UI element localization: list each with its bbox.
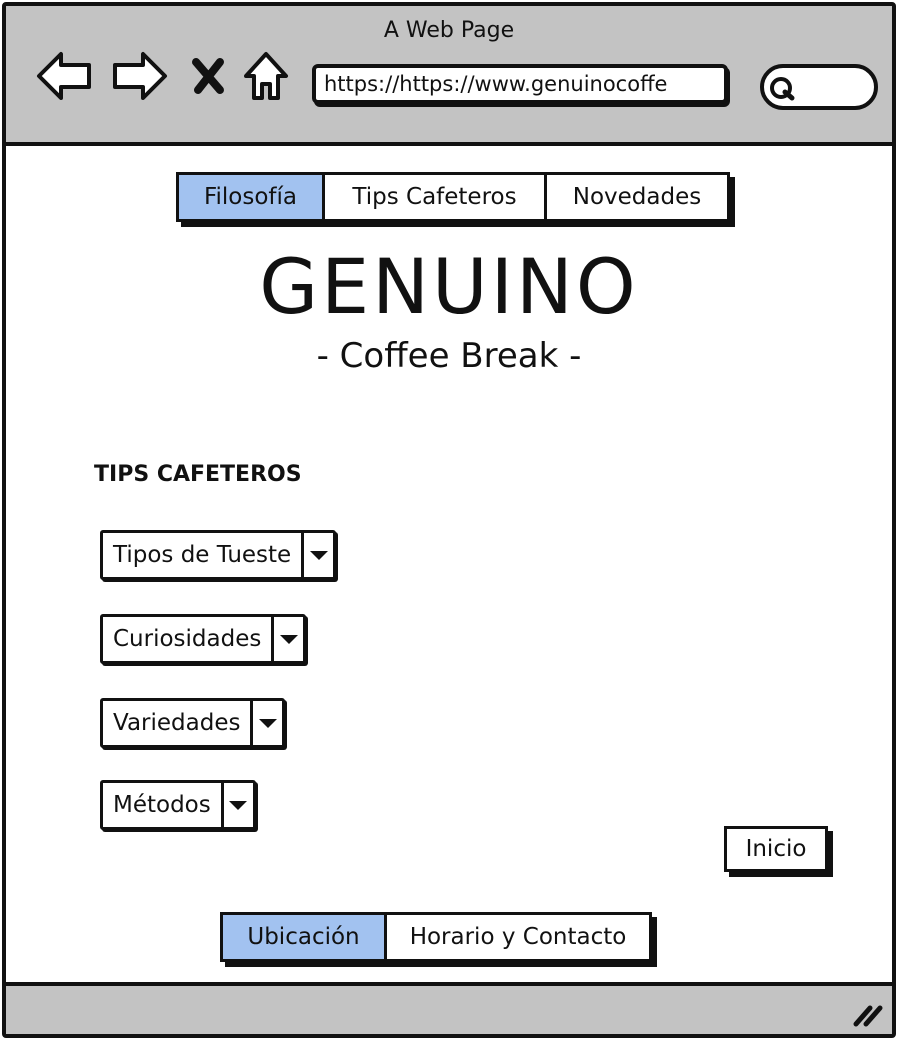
tab-tips-cafeteros[interactable]: Tips Cafeteros [325, 175, 547, 219]
brand-tagline: - Coffee Break - [316, 336, 582, 376]
search-icon [770, 77, 795, 101]
dropdown-label: Variedades [113, 710, 241, 736]
tab-horario-y-contacto[interactable]: Horario y Contacto [387, 915, 649, 959]
home-icon[interactable] [236, 46, 296, 106]
brand-title: GENUINO [259, 242, 639, 331]
tab-ubicacion[interactable]: Ubicación [223, 915, 387, 959]
status-bar [6, 982, 892, 1034]
dropdown-label: Tipos de Tueste [113, 542, 292, 568]
browser-chrome: A Web Page https://https://www.genuinoco… [6, 6, 892, 146]
chevron-down-icon[interactable] [250, 701, 282, 745]
dropdown-label: Métodos [113, 792, 211, 818]
browser-window: A Web Page https://https://www.genuinoco… [2, 2, 896, 1038]
chevron-down-icon[interactable] [220, 783, 253, 827]
dropdown-metodos[interactable]: Métodos [100, 780, 256, 830]
tab-novedades[interactable]: Novedades [547, 175, 727, 219]
chevron-down-icon[interactable] [301, 533, 333, 577]
address-bar[interactable]: https://https://www.genuinocoffe [312, 64, 728, 104]
chevron-down-icon[interactable] [271, 617, 303, 661]
window-title: A Web Page [383, 18, 515, 43]
forward-arrow-icon[interactable] [110, 46, 170, 106]
back-arrow-icon[interactable] [34, 46, 94, 106]
top-tab-bar: Filosofía Tips Cafeteros Novedades [176, 172, 730, 222]
inicio-button[interactable]: Inicio [724, 826, 828, 872]
tab-filosofia[interactable]: Filosofía [179, 175, 325, 219]
close-icon[interactable] [178, 46, 238, 106]
browser-search-input[interactable] [760, 64, 878, 110]
bottom-tab-bar: Ubicación Horario y Contacto [220, 912, 652, 962]
tips-heading: TIPS CAFETEROS [94, 462, 302, 487]
dropdown-tipos-de-tueste[interactable]: Tipos de Tueste [100, 530, 337, 580]
dropdown-variedades[interactable]: Variedades [100, 698, 286, 748]
dropdown-curiosidades[interactable]: Curiosidades [100, 614, 307, 664]
resize-grip-icon[interactable] [850, 998, 886, 1028]
dropdown-label: Curiosidades [113, 626, 262, 652]
